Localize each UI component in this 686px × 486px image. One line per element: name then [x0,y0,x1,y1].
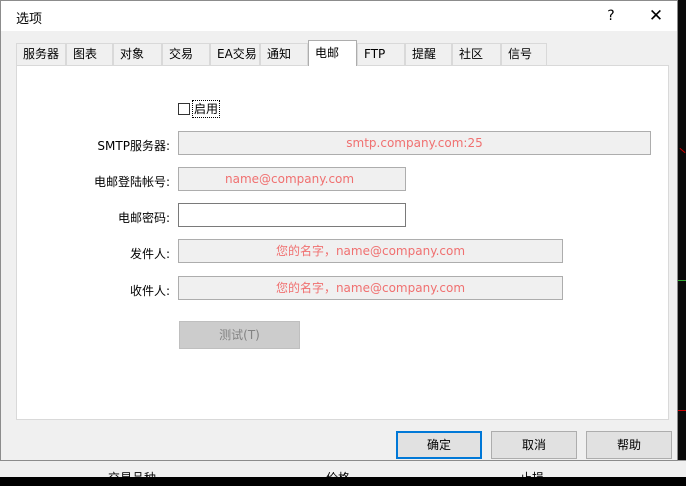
to-input[interactable]: 您的名字，name@company.com [178,276,563,300]
bg-column-symbol: 交易品种 [108,471,157,485]
title-bar: 选项 ? ✕ [1,1,677,31]
tab-signals[interactable]: 信号 [501,43,547,65]
options-dialog: 选项 ? ✕ 服务器 图表 对象 交易 EA交易 通知 电邮 FTP 提醒 社区… [0,0,678,461]
test-button[interactable]: 测试(T) [179,321,300,349]
chart-line [677,410,686,411]
bg-column-price: 价格 [326,471,351,485]
tab-notifications[interactable]: 通知 [260,43,308,65]
background-table-header: 交易品种 价格 止损 [0,460,686,485]
help-button[interactable]: 帮助 [586,431,672,459]
tab-alerts[interactable]: 提醒 [405,43,452,65]
login-label: 电邮登陆帐号: [93,175,170,189]
cancel-button[interactable]: 取消 [491,431,577,459]
tab-community[interactable]: 社区 [452,43,501,65]
bg-column-stoploss: 止损 [520,471,545,485]
chart-line [679,147,686,154]
enable-checkbox[interactable] [178,103,190,115]
password-label: 电邮密码: [117,211,170,225]
chart-line [677,280,686,281]
login-input[interactable]: name@company.com [178,167,406,191]
tab-expert-advisors[interactable]: EA交易 [210,43,260,65]
smtp-server-label: SMTP服务器: [97,139,170,153]
window-title: 选项 [16,12,43,27]
background-chart [677,0,686,476]
tab-ftp[interactable]: FTP [357,43,405,65]
ok-button[interactable]: 确定 [396,431,482,459]
smtp-server-input[interactable]: smtp.company.com:25 [178,131,651,155]
close-icon[interactable]: ✕ [641,5,671,27]
tab-email[interactable]: 电邮 [308,40,357,66]
enable-label[interactable]: 启用 [192,100,221,118]
tab-objects[interactable]: 对象 [113,43,162,65]
help-icon[interactable]: ? [597,5,625,27]
password-input[interactable] [178,203,406,227]
from-input[interactable]: 您的名字，name@company.com [178,239,563,263]
tab-charts[interactable]: 图表 [66,43,113,65]
from-label: 发件人: [129,247,170,261]
tab-server[interactable]: 服务器 [16,43,66,65]
tab-trade[interactable]: 交易 [162,43,210,65]
to-label: 收件人: [129,284,170,298]
